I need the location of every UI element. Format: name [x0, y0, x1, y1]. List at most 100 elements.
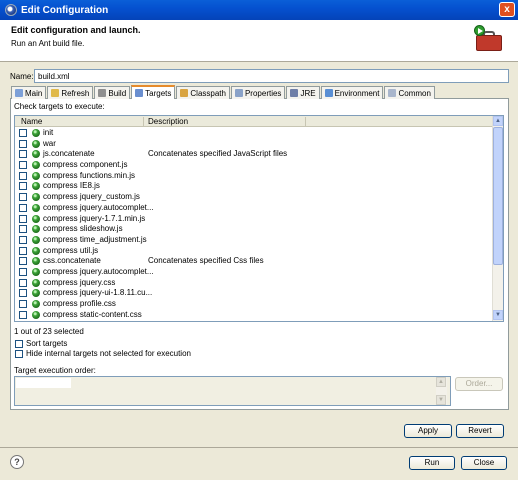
- window-title: Edit Configuration: [21, 4, 109, 16]
- sort-targets-label: Sort targets: [26, 339, 68, 348]
- table-row[interactable]: compress jquery_custom.js: [15, 192, 494, 203]
- table-row[interactable]: compress static-content.css: [15, 310, 494, 321]
- tab-jre[interactable]: JRE: [286, 86, 320, 99]
- tab-build[interactable]: Build: [94, 86, 131, 99]
- table-row[interactable]: compress functions.min.js: [15, 171, 494, 182]
- ant-target-icon: [32, 267, 40, 276]
- table-row[interactable]: css.concatenate Concatenates specified Cs…: [15, 256, 494, 267]
- table-row[interactable]: compress component.js: [15, 160, 494, 171]
- dialog-header: Edit configuration and launch. Run an An…: [0, 20, 518, 62]
- tab-classpath[interactable]: Classpath: [176, 86, 230, 99]
- run-button[interactable]: Run: [409, 456, 455, 470]
- target-name: compress static-content.css: [43, 309, 142, 319]
- table-row[interactable]: compress util.js: [15, 246, 494, 257]
- ant-target-icon: [32, 139, 40, 148]
- ant-target-icon: [32, 129, 40, 137]
- column-header-description[interactable]: Description: [148, 117, 188, 126]
- target-checkbox[interactable]: [19, 171, 27, 180]
- scroll-up-arrow-icon[interactable]: ▲: [493, 116, 503, 126]
- target-name: compress IE8.js: [43, 181, 100, 191]
- target-checkbox[interactable]: [19, 310, 27, 319]
- table-row[interactable]: compress jquery.autocomplet...: [15, 267, 494, 278]
- tab-refresh[interactable]: Refresh: [47, 86, 94, 99]
- target-name: compress jquery-ui-1.8.11.cu...: [43, 288, 153, 298]
- table-row[interactable]: compress IE8.js: [15, 181, 494, 192]
- target-checkbox[interactable]: [19, 289, 27, 298]
- table-row[interactable]: compress jquery-ui-1.8.11.cu...: [15, 288, 494, 299]
- scroll-down-arrow-icon[interactable]: ▼: [493, 310, 503, 320]
- hide-internal-checkbox[interactable]: [15, 349, 23, 358]
- table-row[interactable]: compress profile.css: [15, 299, 494, 310]
- target-checkbox[interactable]: [19, 182, 27, 191]
- target-checkbox[interactable]: [19, 139, 27, 148]
- table-row[interactable]: js.concatenate Concatenates specified Jav…: [15, 149, 494, 160]
- order-scroll-up-icon[interactable]: ▲: [436, 377, 446, 387]
- tab-environment[interactable]: Environment: [320, 86, 384, 99]
- revert-button[interactable]: Revert: [456, 424, 504, 438]
- eclipse-icon: [5, 4, 17, 16]
- target-checkbox[interactable]: [19, 257, 27, 266]
- table-row[interactable]: war: [15, 139, 494, 150]
- tab-common[interactable]: Common: [384, 86, 435, 99]
- table-row[interactable]: compress time_adjustment.js: [15, 235, 494, 246]
- close-window-button[interactable]: x: [499, 2, 515, 17]
- name-input[interactable]: [34, 69, 509, 83]
- table-row[interactable]: compress jquery.autocomplet...: [15, 203, 494, 214]
- tab-targets[interactable]: Targets: [131, 85, 176, 99]
- targets-scrollbar[interactable]: ▲ ▼: [492, 116, 503, 321]
- target-checkbox[interactable]: [19, 129, 27, 137]
- toolbox-run-icon: [474, 25, 504, 53]
- header-title: Edit configuration and launch.: [11, 25, 141, 35]
- order-button[interactable]: Order...: [455, 377, 503, 391]
- ant-target-icon: [32, 257, 40, 266]
- targets-icon: [135, 89, 144, 97]
- order-scrollbar[interactable]: ▲ ▼: [436, 377, 447, 405]
- target-name: compress jquery.autocomplet...: [43, 266, 154, 276]
- table-row[interactable]: compress slideshow.js: [15, 224, 494, 235]
- target-name: compress profile.css: [43, 299, 116, 308]
- table-row[interactable]: compress jquery-1.7.1.min.js: [15, 214, 494, 225]
- execution-order-item[interactable]: [16, 378, 71, 388]
- table-row[interactable]: init: [15, 128, 494, 139]
- target-checkbox[interactable]: [19, 203, 27, 212]
- target-name: compress jquery-1.7.1.min.js: [43, 213, 146, 223]
- target-name: init: [43, 128, 54, 137]
- target-checkbox[interactable]: [19, 267, 27, 276]
- order-scroll-down-icon[interactable]: ▼: [436, 395, 446, 405]
- target-checkbox[interactable]: [19, 278, 27, 287]
- sort-targets-option[interactable]: Sort targets: [15, 339, 67, 348]
- apply-button[interactable]: Apply: [404, 424, 452, 438]
- target-name: compress jquery.css: [43, 277, 116, 287]
- table-row[interactable]: compress jquery.css: [15, 278, 494, 289]
- target-checkbox[interactable]: [19, 225, 27, 234]
- target-name: compress jquery.autocomplet...: [43, 202, 154, 212]
- targets-table: Name Description init war js.concatenate Co…: [14, 115, 504, 322]
- column-header-name[interactable]: Name: [21, 117, 42, 126]
- execution-order-label: Target execution order:: [14, 366, 96, 375]
- target-checkbox[interactable]: [19, 193, 27, 202]
- build-icon: [98, 89, 107, 97]
- tab-main[interactable]: Main: [11, 86, 47, 99]
- selected-count: 1 out of 23 selected: [14, 327, 84, 336]
- tab-properties[interactable]: Properties: [230, 86, 286, 99]
- classpath-icon: [180, 89, 189, 97]
- execution-order-list[interactable]: [14, 376, 451, 406]
- ant-target-icon: [32, 300, 40, 308]
- target-checkbox[interactable]: [19, 150, 27, 159]
- ant-target-icon: [32, 203, 40, 212]
- target-name: compress slideshow.js: [43, 224, 123, 234]
- target-checkbox[interactable]: [19, 246, 27, 255]
- target-checkbox[interactable]: [19, 161, 27, 170]
- ant-target-icon: [32, 225, 40, 234]
- sort-targets-checkbox[interactable]: [15, 339, 23, 348]
- target-checkbox[interactable]: [19, 300, 27, 308]
- ant-target-icon: [32, 246, 40, 255]
- ant-target-icon: [32, 161, 40, 170]
- common-icon: [388, 89, 397, 97]
- target-checkbox[interactable]: [19, 235, 27, 244]
- close-button[interactable]: Close: [461, 456, 507, 470]
- scroll-thumb[interactable]: [493, 127, 503, 265]
- help-icon[interactable]: ?: [10, 455, 24, 469]
- target-checkbox[interactable]: [19, 214, 27, 223]
- hide-internal-option[interactable]: Hide internal targets not selected for e…: [15, 349, 191, 358]
